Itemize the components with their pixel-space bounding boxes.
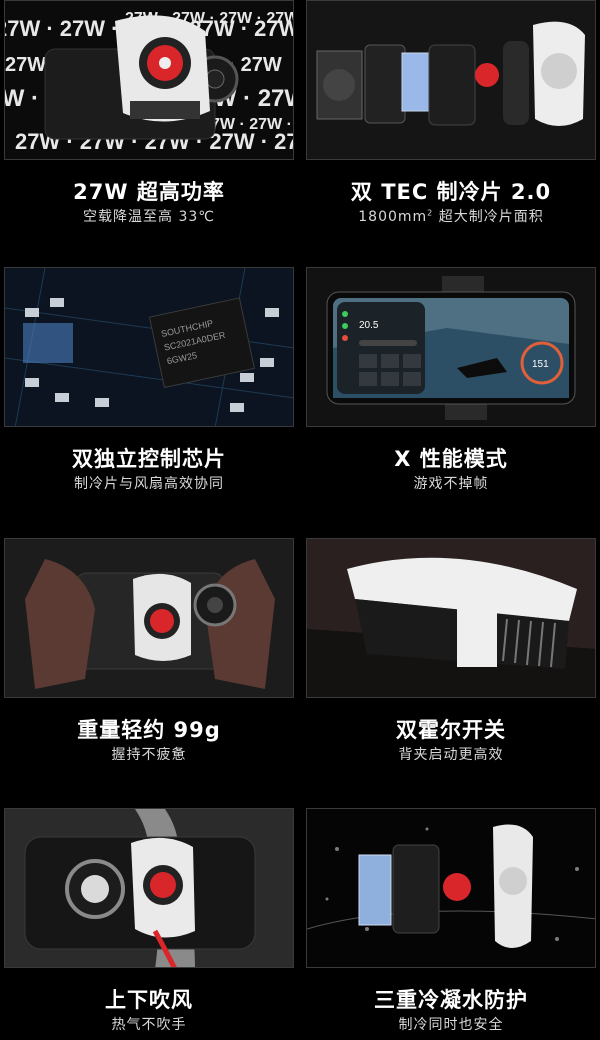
power-image: 27W · 27W · 27W · 27W · 27W 27W · 27W · … (4, 0, 294, 160)
game-temp: 20.5 (359, 320, 379, 331)
feature-subtitle: 背夹启动更高效 (398, 747, 504, 763)
game-score: 151 (532, 359, 549, 370)
xmode-image: 20.5 151 (306, 267, 596, 427)
hall-image (306, 538, 596, 698)
feature-subtitle: 握持不疲惫 (111, 747, 187, 763)
feature-subtitle: 1800mm2 超大制冷片面积 (306, 206, 596, 226)
waterproof-image (306, 808, 596, 968)
weight-fan (150, 609, 174, 633)
feature-title: 双独立控制芯片 (72, 447, 226, 471)
feature-title: 27W 超高功率 (73, 180, 225, 204)
feature-subtitle: 空载降温至高 33℃ (83, 209, 215, 225)
feature-title: 上下吹风 (105, 988, 193, 1012)
airflow-image (4, 808, 294, 968)
feature-subtitle: 制冷片与风扇高效协同 (74, 476, 224, 492)
tec-image (306, 0, 596, 160)
feature-title: 双 TEC 制冷片 2.0 (350, 180, 552, 204)
subtitle-pre: 1800mm (358, 209, 428, 225)
feature-grid: 27W · 27W · 27W · 27W · 27W 27W · 27W · … (0, 0, 600, 1040)
feature-title: 重量轻约 99g (77, 718, 221, 742)
subtitle-post: 超大制冷片面积 (433, 209, 544, 225)
tec-fan (475, 63, 499, 87)
feature-subtitle: 热气不吹手 (111, 1017, 187, 1033)
feature-subtitle: 游戏不掉帧 (413, 476, 489, 492)
feature-title: X 性能模式 (394, 447, 508, 471)
feature-title: 双霍尔开关 (396, 718, 506, 742)
waterproof-fan (443, 873, 471, 901)
feature-subtitle: 制冷同时也安全 (398, 1017, 504, 1033)
weight-image (4, 538, 294, 698)
chip-image: SOUTHCHIP SC2021A0DER 6GW25 (4, 267, 294, 427)
airflow-fan (150, 872, 176, 898)
feature-title: 三重冷凝水防护 (374, 988, 528, 1012)
